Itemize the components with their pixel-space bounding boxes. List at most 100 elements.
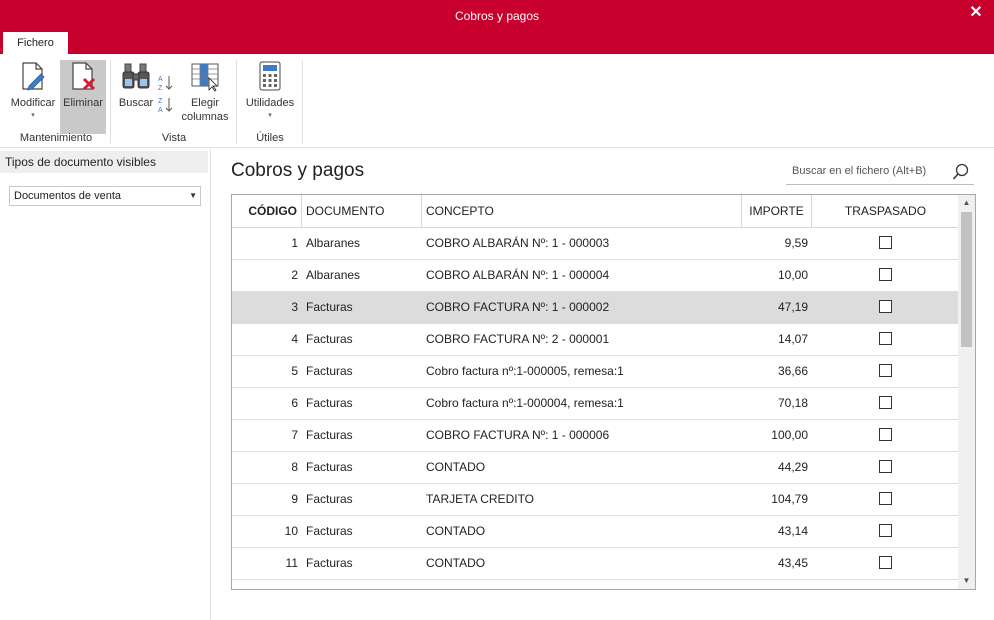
cell-concepto: CONTADO (426, 524, 486, 538)
cell-codigo: 9 (291, 492, 298, 506)
buscar-label: Buscar (118, 97, 154, 109)
chevron-down-icon: ▾ (31, 112, 35, 119)
column-header-documento[interactable]: DOCUMENTO (302, 195, 422, 227)
svg-text:A: A (158, 76, 163, 83)
close-icon[interactable]: ✕ (966, 4, 986, 24)
table-row[interactable]: 7 Facturas COBRO FACTURA Nº: 1 - 000006 100… (232, 420, 959, 452)
columns-icon (191, 63, 219, 92)
traspasado-checkbox[interactable] (879, 524, 892, 538)
column-header-traspasado[interactable]: TRASPASADO (812, 195, 959, 227)
sort-descending-icon[interactable]: ZA (158, 96, 173, 114)
buscar-button[interactable]: Buscar (116, 60, 156, 124)
traspasado-checkbox[interactable] (879, 332, 892, 346)
eliminar-button[interactable]: Eliminar (60, 60, 106, 134)
vertical-scrollbar[interactable]: ▲ ▼ (958, 195, 975, 589)
cell-codigo: 3 (291, 300, 298, 314)
document-type-combo[interactable]: Documentos de venta ▼ (9, 186, 201, 206)
cell-concepto: Cobro factura nº:1-000004, remesa:1 (426, 396, 624, 410)
cell-documento: Facturas (306, 524, 353, 538)
search-input[interactable]: Buscar en el fichero (Alt+B) (786, 159, 974, 185)
column-header-codigo[interactable]: CÓDIGO (232, 195, 302, 227)
modificar-button[interactable]: Modificar ▾ (6, 60, 60, 124)
traspasado-checkbox[interactable] (879, 428, 892, 442)
table-row[interactable]: 8 Facturas CONTADO 44,29 (232, 452, 959, 484)
tab-fichero[interactable]: Fichero (3, 32, 68, 54)
cell-concepto: COBRO FACTURA Nº: 1 - 000006 (426, 428, 610, 442)
table-row[interactable]: 11 Facturas CONTADO 43,45 (232, 548, 959, 580)
columnas-label: columnas (181, 111, 229, 123)
cell-importe: 44,29 (777, 460, 808, 474)
traspasado-checkbox[interactable] (879, 236, 892, 250)
table-row[interactable]: 2 Albaranes COBRO ALBARÁN Nº: 1 - 000004 10… (232, 260, 959, 292)
utilidades-button[interactable]: Utilidades ▾ (242, 60, 298, 124)
cell-codigo: 7 (291, 428, 298, 442)
cell-importe: 104,79 (771, 492, 808, 506)
cell-importe: 36,66 (777, 364, 808, 378)
cell-documento: Albaranes (306, 236, 361, 250)
cell-documento: Facturas (306, 300, 353, 314)
table-row[interactable]: 9 Facturas TARJETA CREDITO 104,79 (232, 484, 959, 516)
cell-concepto: TARJETA CREDITO (426, 492, 535, 506)
cell-codigo: 2 (291, 268, 298, 282)
traspasado-checkbox[interactable] (879, 492, 892, 506)
sort-ascending-icon[interactable]: AZ (158, 74, 173, 92)
traspasado-checkbox[interactable] (879, 300, 892, 314)
traspasado-checkbox[interactable] (879, 556, 892, 570)
cell-codigo: 4 (291, 332, 298, 346)
traspasado-checkbox[interactable] (879, 268, 892, 282)
elegir-columnas-button[interactable]: Elegir columnas (178, 60, 232, 134)
dropdown-arrow-icon: ▼ (189, 191, 197, 200)
cell-documento: Facturas (306, 492, 353, 506)
group-label-utiles: Útiles (256, 132, 284, 144)
cell-traspasado (812, 356, 959, 387)
calculator-icon (259, 61, 281, 91)
table-row[interactable]: 1 Albaranes COBRO ALBARÁN Nº: 1 - 000003 9,… (232, 228, 959, 260)
ribbon: Modificar ▾ Eliminar Mantenimiento Busca… (0, 54, 994, 148)
cell-traspasado (812, 516, 959, 547)
scrollbar-thumb[interactable] (961, 212, 972, 347)
cell-traspasado (812, 292, 959, 323)
cell-importe: 70,18 (777, 396, 808, 410)
cell-traspasado (812, 420, 959, 451)
column-header-importe[interactable]: IMPORTE (742, 195, 812, 227)
search-icon[interactable] (952, 163, 970, 181)
traspasado-checkbox[interactable] (879, 460, 892, 474)
page-title: Cobros y pagos (231, 160, 365, 181)
cell-traspasado (812, 228, 959, 259)
svg-text:Z: Z (158, 98, 163, 105)
utilidades-label: Utilidades (245, 97, 295, 109)
table-row[interactable]: 6 Facturas Cobro factura nº:1-000004, reme… (232, 388, 959, 420)
cell-concepto: CONTADO (426, 460, 486, 474)
cell-codigo: 11 (285, 556, 298, 570)
cell-importe: 43,14 (777, 524, 808, 538)
eliminar-label: Eliminar (63, 97, 103, 109)
table-row[interactable]: 3 Facturas COBRO FACTURA Nº: 1 - 000002 47,… (232, 292, 959, 324)
cell-importe: 100,00 (771, 428, 808, 442)
cell-traspasado (812, 388, 959, 419)
table-row[interactable]: 5 Facturas Cobro factura nº:1-000005, reme… (232, 356, 959, 388)
group-separator (110, 60, 111, 144)
scroll-up-icon[interactable]: ▲ (958, 195, 975, 211)
svg-text:A: A (158, 107, 163, 114)
binoculars-icon (122, 63, 150, 89)
elegir-label: Elegir (190, 97, 220, 109)
cell-documento: Facturas (306, 428, 353, 442)
delete-document-icon (72, 62, 96, 91)
cell-documento: Facturas (306, 332, 353, 346)
column-header-concepto[interactable]: CONCEPTO (422, 195, 742, 227)
sidebar: Tipos de documento visibles Documentos d… (0, 149, 211, 620)
cell-concepto: COBRO ALBARÁN Nº: 1 - 000004 (426, 268, 610, 282)
table-row[interactable]: 4 Facturas COBRO FACTURA Nº: 2 - 000001 14,… (232, 324, 959, 356)
table-row[interactable]: 10 Facturas CONTADO 43,14 (232, 516, 959, 548)
scroll-down-icon[interactable]: ▼ (958, 573, 975, 589)
group-label-mantenimiento: Mantenimiento (19, 132, 93, 144)
combo-value: Documentos de venta (14, 190, 122, 202)
cell-codigo: 1 (291, 236, 298, 250)
cell-traspasado (812, 484, 959, 515)
traspasado-checkbox[interactable] (879, 396, 892, 410)
edit-document-icon (22, 62, 45, 91)
modificar-label: Modificar (10, 97, 56, 109)
cell-traspasado (812, 324, 959, 355)
cell-codigo: 8 (291, 460, 298, 474)
traspasado-checkbox[interactable] (879, 364, 892, 378)
